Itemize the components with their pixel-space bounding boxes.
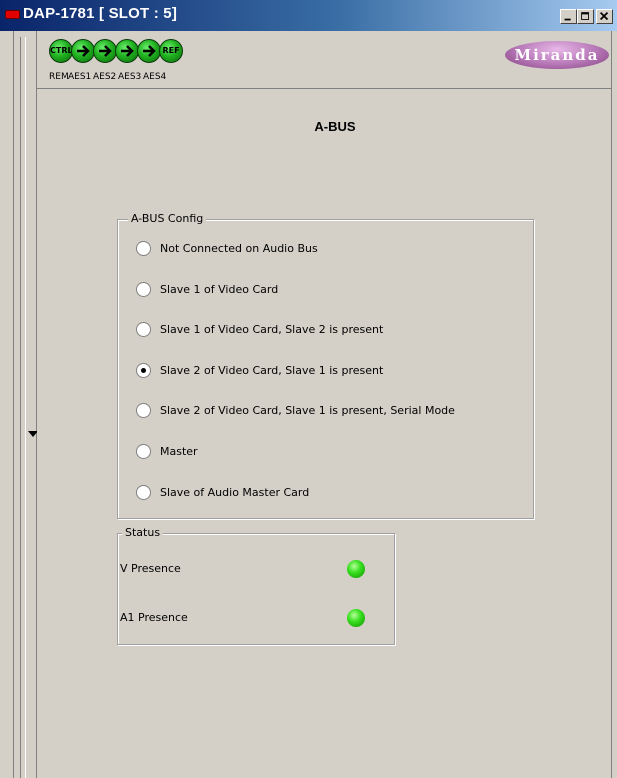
minimize-button[interactable]: [560, 9, 577, 24]
miranda-logo: Miranda: [505, 41, 609, 69]
radio-button[interactable]: [136, 444, 151, 459]
icon-label-rem: REM: [49, 72, 69, 82]
maximize-button[interactable]: [577, 9, 594, 24]
panel-splitter[interactable]: [13, 31, 38, 778]
radio-button[interactable]: [136, 241, 151, 256]
window-title: DAP-1781 [ SLOT : 5]: [23, 5, 178, 22]
main-panel: A-BUS A-BUS Config Not Connected on Audi…: [37, 89, 611, 778]
arrow-right-icon: [143, 45, 156, 57]
minimize-icon: [564, 18, 571, 21]
aes1-arrow-icon[interactable]: [71, 39, 95, 63]
abus-config-group: A-BUS Config Not Connected on Audio Bus …: [117, 212, 534, 519]
window-frame-right: [611, 31, 617, 778]
icon-label-aes2: AES2: [93, 72, 117, 82]
radio-button[interactable]: [136, 282, 151, 297]
card-header: CTRL REF REM AES1 AES2 AES3 AES4 Miranda: [37, 31, 611, 89]
radio-label[interactable]: Slave 2 of Video Card, Slave 1 is presen…: [160, 364, 383, 377]
maximize-icon: [581, 12, 589, 20]
radio-button[interactable]: [136, 485, 151, 500]
icon-label-aes4: AES4: [143, 72, 167, 82]
ref-icon[interactable]: REF: [159, 39, 183, 63]
status-label-a1-presence: A1 Presence: [120, 611, 188, 624]
aes4-arrow-icon[interactable]: [137, 39, 161, 63]
aes3-arrow-icon[interactable]: [115, 39, 139, 63]
radio-label[interactable]: Slave 1 of Video Card: [160, 283, 278, 296]
window-frame-left: [0, 31, 13, 778]
status-legend: Status: [122, 526, 164, 539]
arrow-right-icon: [99, 45, 112, 57]
ctrl-icon[interactable]: CTRL: [49, 39, 73, 63]
close-icon: [599, 11, 609, 21]
icon-label-aes1: AES1: [68, 72, 92, 82]
status-group: Status V Presence A1 Presence: [117, 526, 395, 645]
title-bar[interactable]: DAP-1781 [ SLOT : 5]: [0, 0, 617, 31]
radio-label[interactable]: Slave 2 of Video Card, Slave 1 is presen…: [160, 404, 455, 417]
arrow-right-icon: [77, 45, 90, 57]
aes2-arrow-icon[interactable]: [93, 39, 117, 63]
radio-button[interactable]: [136, 403, 151, 418]
status-label-v-presence: V Presence: [120, 562, 181, 575]
radio-label[interactable]: Slave 1 of Video Card, Slave 2 is presen…: [160, 323, 383, 336]
page-title: A-BUS: [314, 119, 356, 134]
radio-label[interactable]: Slave of Audio Master Card: [160, 486, 309, 499]
radio-label[interactable]: Master: [160, 445, 198, 458]
a1-presence-led-icon: [347, 609, 365, 627]
radio-label[interactable]: Not Connected on Audio Bus: [160, 242, 318, 255]
arrow-right-icon: [121, 45, 134, 57]
close-button[interactable]: [596, 9, 613, 24]
ref-icon-text: REF: [162, 46, 180, 55]
icon-label-aes3: AES3: [118, 72, 142, 82]
v-presence-led-icon: [347, 560, 365, 578]
logo-text: Miranda: [514, 46, 600, 64]
radio-button-checked[interactable]: [136, 363, 151, 378]
radio-button[interactable]: [136, 322, 151, 337]
app-icon[interactable]: [5, 10, 20, 19]
splitter-rail: [20, 37, 26, 778]
abus-config-legend: A-BUS Config: [128, 212, 207, 225]
ctrl-icon-text: CTRL: [50, 46, 73, 55]
